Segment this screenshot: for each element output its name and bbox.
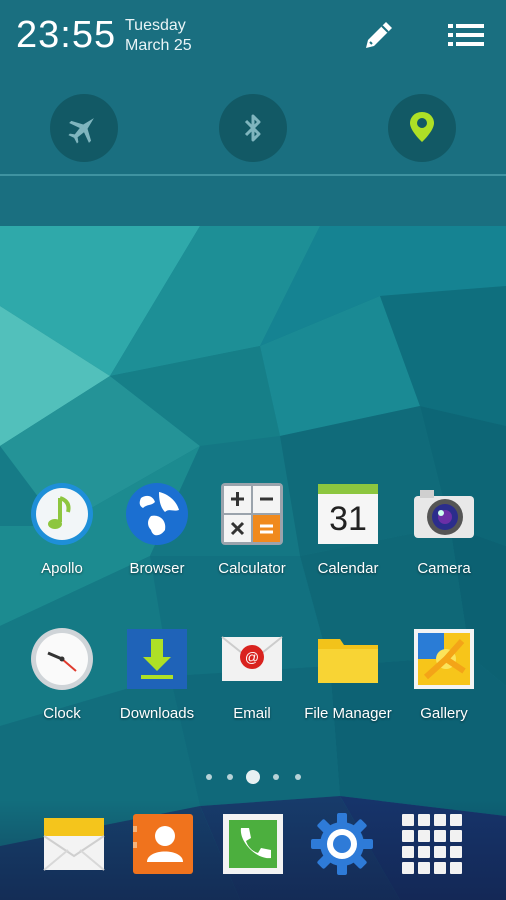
dock-phone[interactable] xyxy=(221,812,285,876)
app-label: Camera xyxy=(417,560,471,577)
clock-icon xyxy=(31,628,93,690)
dock-contacts[interactable] xyxy=(131,812,195,876)
app-gallery[interactable]: Gallery xyxy=(396,627,492,747)
app-clock[interactable]: Clock xyxy=(14,627,110,747)
app-email[interactable]: @ Email xyxy=(204,627,300,747)
messages-icon xyxy=(43,818,105,871)
app-file-manager[interactable]: File Manager xyxy=(300,627,396,747)
app-camera[interactable]: Camera xyxy=(396,482,492,602)
status-date-text: March 25 xyxy=(125,37,192,54)
email-icon: @ xyxy=(221,636,283,681)
edit-button[interactable] xyxy=(358,16,400,56)
camera-icon xyxy=(414,490,474,538)
menu-button[interactable] xyxy=(446,20,486,52)
page-dot-5[interactable] xyxy=(295,774,301,780)
notification-shade: 23:55 Tuesday March 25 xyxy=(0,0,506,226)
calculator-icon xyxy=(221,483,283,545)
app-drawer-icon xyxy=(402,814,462,874)
app-downloads[interactable]: Downloads xyxy=(109,627,205,747)
dock-settings[interactable] xyxy=(310,812,374,876)
app-calendar[interactable]: 31 Calendar xyxy=(300,482,396,602)
settings-gear-icon xyxy=(311,813,373,875)
page-dot-2[interactable] xyxy=(227,774,233,780)
folder-icon xyxy=(318,639,378,683)
app-browser[interactable]: Browser xyxy=(109,482,205,602)
app-label: Gallery xyxy=(420,705,468,722)
location-pin-icon xyxy=(410,112,434,142)
shade-divider xyxy=(0,174,506,176)
phone-icon xyxy=(223,814,283,874)
airplane-icon xyxy=(68,118,94,144)
dock-messages[interactable] xyxy=(42,812,106,876)
pencil-icon xyxy=(366,22,392,48)
status-day: Tuesday xyxy=(125,17,186,34)
contacts-icon xyxy=(133,814,193,874)
status-time: 23:55 xyxy=(16,14,117,56)
status-date: Tuesday March 25 xyxy=(125,16,192,56)
list-icon xyxy=(448,24,484,46)
airplane-mode-toggle[interactable] xyxy=(50,94,118,162)
page-dot-current[interactable] xyxy=(246,770,260,784)
page-dot-1[interactable] xyxy=(206,774,212,780)
calendar-day-number: 31 xyxy=(329,500,367,538)
page-dot-4[interactable] xyxy=(273,774,279,780)
globe-icon xyxy=(126,483,188,545)
location-toggle[interactable] xyxy=(388,94,456,162)
gallery-icon xyxy=(414,629,474,689)
svg-text:@: @ xyxy=(245,649,259,665)
dock-app-drawer[interactable] xyxy=(400,812,464,876)
music-note-icon xyxy=(31,483,93,545)
page-indicator xyxy=(196,768,308,786)
app-apollo[interactable]: Apollo xyxy=(14,482,110,602)
app-calculator[interactable]: Calculator xyxy=(204,482,300,602)
download-icon xyxy=(127,629,187,689)
bluetooth-toggle[interactable] xyxy=(219,94,287,162)
bluetooth-icon xyxy=(244,114,261,142)
